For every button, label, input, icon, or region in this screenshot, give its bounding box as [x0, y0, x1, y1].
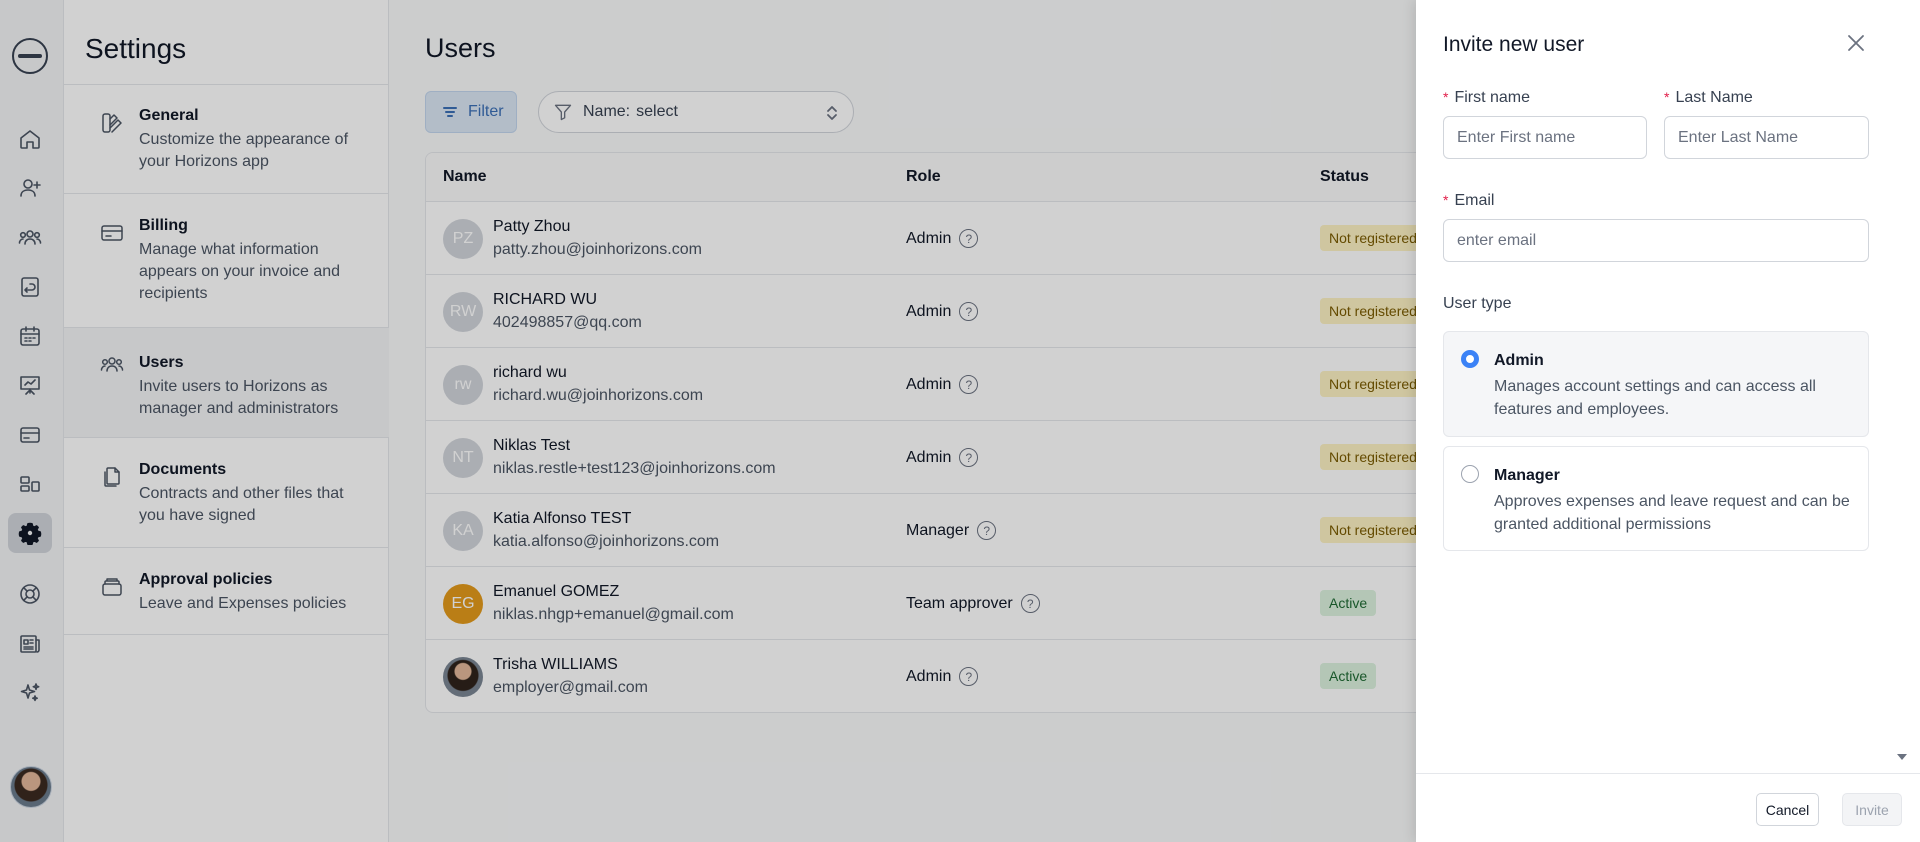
first-name-input[interactable]	[1443, 116, 1647, 159]
last-name-label-text: Last Name	[1675, 89, 1753, 106]
last-name-label: * Last Name	[1664, 89, 1753, 107]
required-mark: *	[1443, 89, 1449, 105]
option-desc: Approves expenses and leave request and …	[1494, 493, 1850, 533]
radio-unselected[interactable]	[1461, 465, 1479, 483]
user-type-label: User type	[1443, 295, 1512, 312]
invite-user-drawer: Invite new user * First name * Last Name *…	[1416, 0, 1920, 842]
first-name-label-text: First name	[1454, 89, 1531, 106]
drawer-footer: Cancel Invite	[1416, 773, 1920, 842]
radio-selected[interactable]	[1461, 350, 1479, 368]
option-desc: Manages account settings and can access …	[1494, 378, 1816, 418]
email-label: * Email	[1443, 192, 1494, 210]
user-type-option-manager[interactable]: Manager Approves expenses and leave requ…	[1443, 446, 1869, 551]
email-label-text: Email	[1454, 192, 1495, 209]
option-title: Admin	[1494, 352, 1544, 369]
invite-button[interactable]: Invite	[1842, 793, 1902, 826]
email-input[interactable]	[1443, 219, 1869, 262]
drawer-scrollbar[interactable]	[1894, 0, 1908, 773]
cancel-button[interactable]: Cancel	[1756, 793, 1819, 826]
option-title: Manager	[1494, 467, 1560, 484]
last-name-input[interactable]	[1664, 116, 1869, 159]
required-mark: *	[1443, 192, 1449, 208]
first-name-label: * First name	[1443, 89, 1530, 107]
scroll-down-icon[interactable]	[1897, 754, 1907, 760]
user-type-option-admin[interactable]: Admin Manages account settings and can a…	[1443, 331, 1869, 437]
drawer-title: Invite new user	[1443, 33, 1585, 56]
required-mark: *	[1664, 89, 1670, 105]
modal-backdrop[interactable]	[0, 0, 1416, 842]
close-icon[interactable]	[1843, 30, 1869, 56]
